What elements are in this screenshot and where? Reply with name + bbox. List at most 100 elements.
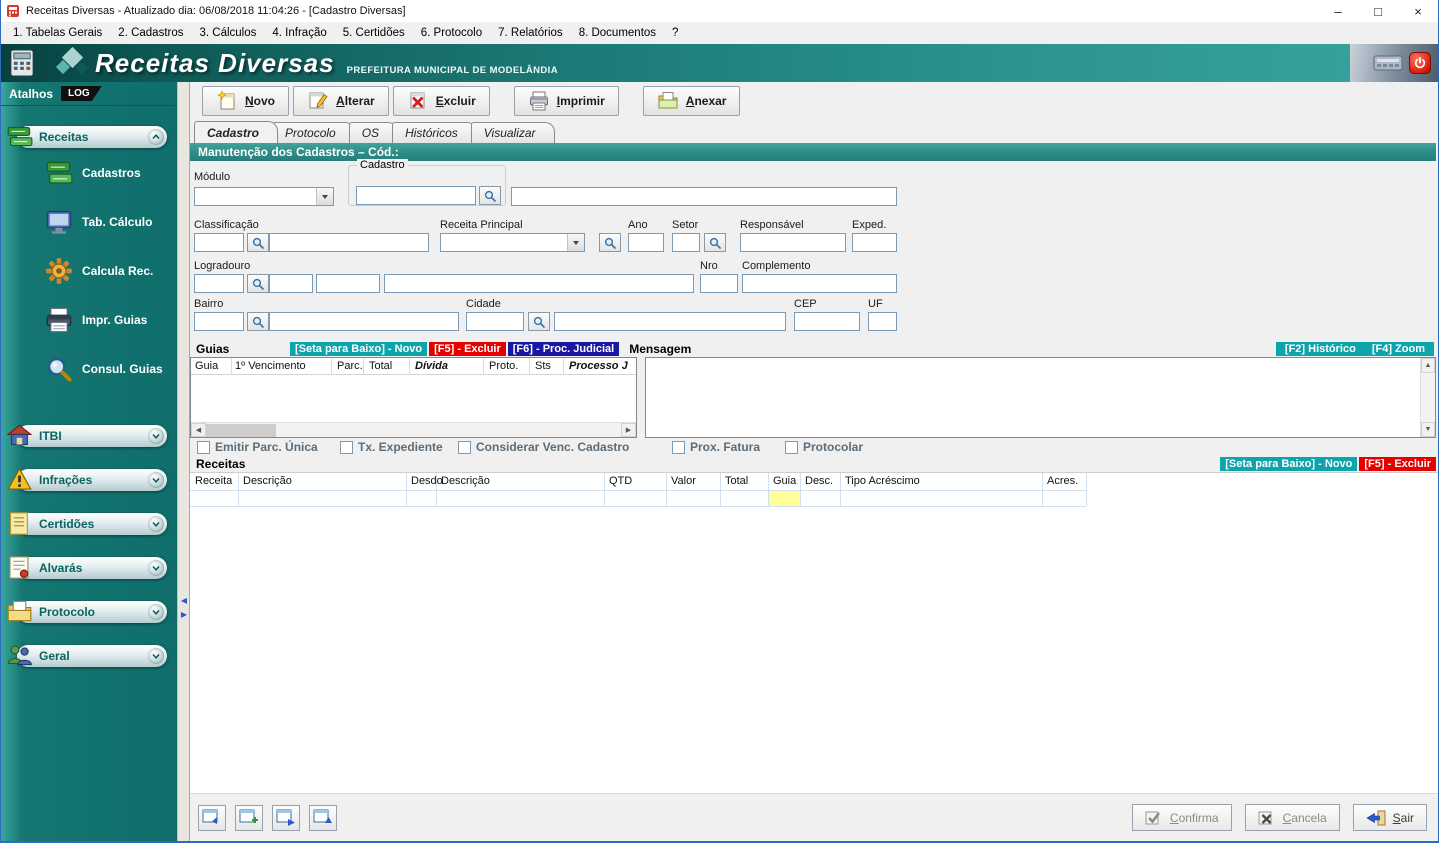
ano-input[interactable] bbox=[628, 233, 664, 252]
sidebar-item-tab-calculo[interactable]: Tab. Cálculo bbox=[1, 197, 177, 246]
record-window-button-1[interactable] bbox=[198, 805, 226, 831]
menu-calculos[interactable]: 3. Cálculos bbox=[192, 25, 265, 41]
setor-search-button[interactable] bbox=[704, 233, 726, 252]
sidebar-item-cadastros[interactable]: Cadastros bbox=[1, 148, 177, 197]
chevron-down-icon[interactable] bbox=[148, 604, 164, 620]
mensagem-vertical-scrollbar[interactable]: ▲ ▼ bbox=[1420, 358, 1435, 437]
guia-cell-highlight[interactable] bbox=[769, 491, 800, 506]
chevron-down-icon[interactable] bbox=[148, 516, 164, 532]
sidebar-item-calcula-rec[interactable]: Calcula Rec. bbox=[1, 246, 177, 295]
logradouro-tipo-input[interactable] bbox=[269, 274, 313, 293]
minimize-button[interactable]: – bbox=[1318, 0, 1358, 22]
scroll-left-icon[interactable]: ◀ bbox=[191, 423, 206, 437]
checkbox-icon[interactable] bbox=[785, 441, 798, 454]
splitter-collapse-button[interactable]: ◀ bbox=[179, 594, 189, 606]
menu-certidoes[interactable]: 5. Certidões bbox=[335, 25, 413, 41]
checkbox-icon[interactable] bbox=[197, 441, 210, 454]
sidebar-group-itbi[interactable]: ITBI bbox=[17, 425, 167, 447]
record-window-button-2[interactable] bbox=[235, 805, 263, 831]
menu-help[interactable]: ? bbox=[664, 25, 686, 41]
uf-input[interactable] bbox=[868, 312, 897, 331]
chevron-up-icon[interactable] bbox=[148, 129, 164, 145]
logradouro-search-button[interactable] bbox=[247, 274, 269, 293]
tab-os[interactable]: OS bbox=[349, 122, 398, 143]
chevron-down-icon[interactable] bbox=[148, 560, 164, 576]
sidebar-splitter[interactable]: ◀ ▶ bbox=[177, 82, 190, 841]
modulo-select[interactable] bbox=[194, 187, 334, 206]
sidebar-item-impr-guias[interactable]: Impr. Guias bbox=[1, 295, 177, 344]
tab-historicos[interactable]: Históricos bbox=[392, 122, 477, 143]
bairro-search-button[interactable] bbox=[247, 312, 269, 331]
menu-relatorios[interactable]: 7. Relatórios bbox=[490, 25, 571, 41]
tab-visualizar[interactable]: Visualizar bbox=[471, 122, 555, 143]
combo-arrow-icon[interactable] bbox=[316, 188, 333, 205]
scrollbar-thumb[interactable] bbox=[206, 424, 276, 437]
scroll-up-icon[interactable]: ▲ bbox=[1421, 358, 1435, 373]
chevron-down-icon[interactable] bbox=[148, 648, 164, 664]
close-button[interactable]: × bbox=[1398, 0, 1438, 22]
responsavel-input[interactable] bbox=[740, 233, 846, 252]
checkbox-emitir-parc-unica[interactable]: Emitir Parc. Única bbox=[197, 440, 318, 454]
sidebar-group-certidoes[interactable]: Certidões bbox=[17, 513, 167, 535]
chevron-down-icon[interactable] bbox=[148, 428, 164, 444]
exped-input[interactable] bbox=[852, 233, 897, 252]
classificacao-search-button[interactable] bbox=[247, 233, 269, 252]
sidebar-group-alvaras[interactable]: Alvarás bbox=[17, 557, 167, 579]
maximize-button[interactable]: □ bbox=[1358, 0, 1398, 22]
sidebar-item-consul-guias[interactable]: Consul. Guias bbox=[1, 344, 177, 393]
cadastro-descricao-input[interactable] bbox=[511, 187, 897, 206]
record-window-button-3[interactable] bbox=[272, 805, 300, 831]
nro-input[interactable] bbox=[700, 274, 738, 293]
mensagem-textarea[interactable]: ▲ ▼ bbox=[645, 357, 1436, 438]
checkbox-protocolar[interactable]: Protocolar bbox=[785, 440, 863, 454]
classificacao-descricao-input[interactable] bbox=[269, 233, 429, 252]
logradouro-titulo-input[interactable] bbox=[316, 274, 380, 293]
scroll-right-icon[interactable]: ▶ bbox=[621, 423, 636, 437]
bairro-nome-input[interactable] bbox=[269, 312, 459, 331]
checkbox-icon[interactable] bbox=[672, 441, 685, 454]
complemento-input[interactable] bbox=[742, 274, 897, 293]
logradouro-codigo-input[interactable] bbox=[194, 274, 244, 293]
receitas-grid[interactable]: Receita Descrição Desdo Descrição QTD Va… bbox=[190, 472, 1438, 793]
record-window-button-4[interactable] bbox=[309, 805, 337, 831]
sair-button[interactable]: Sair bbox=[1353, 804, 1427, 831]
cancela-button[interactable]: Cancela bbox=[1245, 804, 1340, 831]
setor-input[interactable] bbox=[672, 233, 700, 252]
cadastro-input[interactable] bbox=[356, 186, 476, 205]
menu-infracao[interactable]: 4. Infração bbox=[264, 25, 334, 41]
cidade-nome-input[interactable] bbox=[554, 312, 786, 331]
scroll-down-icon[interactable]: ▼ bbox=[1421, 422, 1435, 437]
sidebar-group-geral[interactable]: Geral bbox=[17, 645, 167, 667]
checkbox-icon[interactable] bbox=[458, 441, 471, 454]
checkbox-tx-expediente[interactable]: Tx. Expediente bbox=[340, 440, 443, 454]
menu-protocolo[interactable]: 6. Protocolo bbox=[413, 25, 490, 41]
classificacao-input[interactable] bbox=[194, 233, 244, 252]
chevron-down-icon[interactable] bbox=[148, 472, 164, 488]
checkbox-considerar-venc-cadastro[interactable]: Considerar Venc. Cadastro bbox=[458, 440, 629, 454]
tab-cadastro[interactable]: Cadastro bbox=[194, 121, 278, 143]
cep-input[interactable] bbox=[794, 312, 860, 331]
menu-cadastros[interactable]: 2. Cadastros bbox=[110, 25, 191, 41]
imprimir-button[interactable]: Imprimir bbox=[514, 86, 619, 116]
sidebar-group-infracoes[interactable]: Infrações bbox=[17, 469, 167, 491]
logradouro-nome-input[interactable] bbox=[384, 274, 694, 293]
confirma-button[interactable]: Confirma bbox=[1132, 804, 1232, 831]
checkbox-prox-fatura[interactable]: Prox. Fatura bbox=[672, 440, 760, 454]
guias-grid[interactable]: Guia 1º Vencimento Parc. Total Dívida Pr… bbox=[190, 357, 637, 438]
combo-arrow-icon[interactable] bbox=[567, 234, 584, 251]
cidade-codigo-input[interactable] bbox=[466, 312, 524, 331]
alterar-button[interactable]: Alterar bbox=[293, 86, 389, 116]
menu-documentos[interactable]: 8. Documentos bbox=[571, 25, 664, 41]
checkbox-icon[interactable] bbox=[340, 441, 353, 454]
guias-horizontal-scrollbar[interactable]: ◀ ▶ bbox=[191, 422, 636, 437]
splitter-expand-button[interactable]: ▶ bbox=[179, 608, 189, 620]
cadastro-search-button[interactable] bbox=[479, 186, 501, 205]
tab-protocolo[interactable]: Protocolo bbox=[272, 122, 355, 143]
novo-button[interactable]: Novo bbox=[202, 86, 289, 116]
sidebar-group-protocolo[interactable]: Protocolo bbox=[17, 601, 167, 623]
cidade-search-button[interactable] bbox=[528, 312, 550, 331]
sidebar-group-receitas[interactable]: Receitas bbox=[17, 126, 167, 148]
receita-principal-search-button[interactable] bbox=[599, 233, 621, 252]
excluir-button[interactable]: Excluir bbox=[393, 86, 490, 116]
bairro-codigo-input[interactable] bbox=[194, 312, 244, 331]
